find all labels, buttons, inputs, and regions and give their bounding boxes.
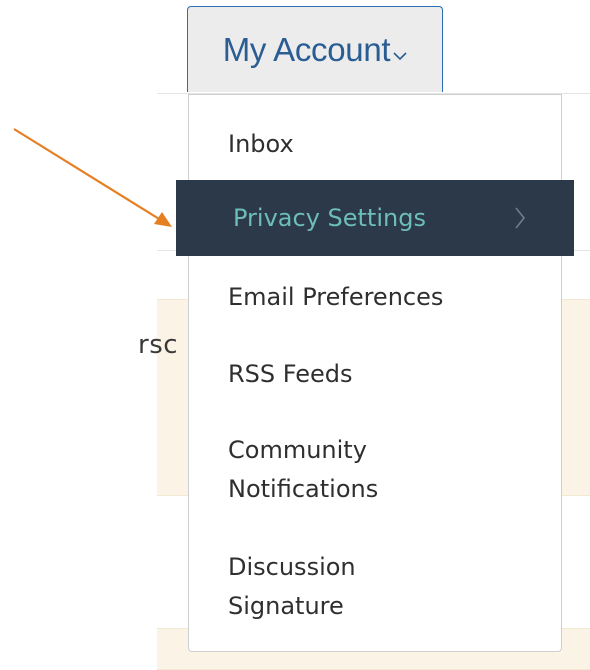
- arrow-icon: [13, 128, 172, 227]
